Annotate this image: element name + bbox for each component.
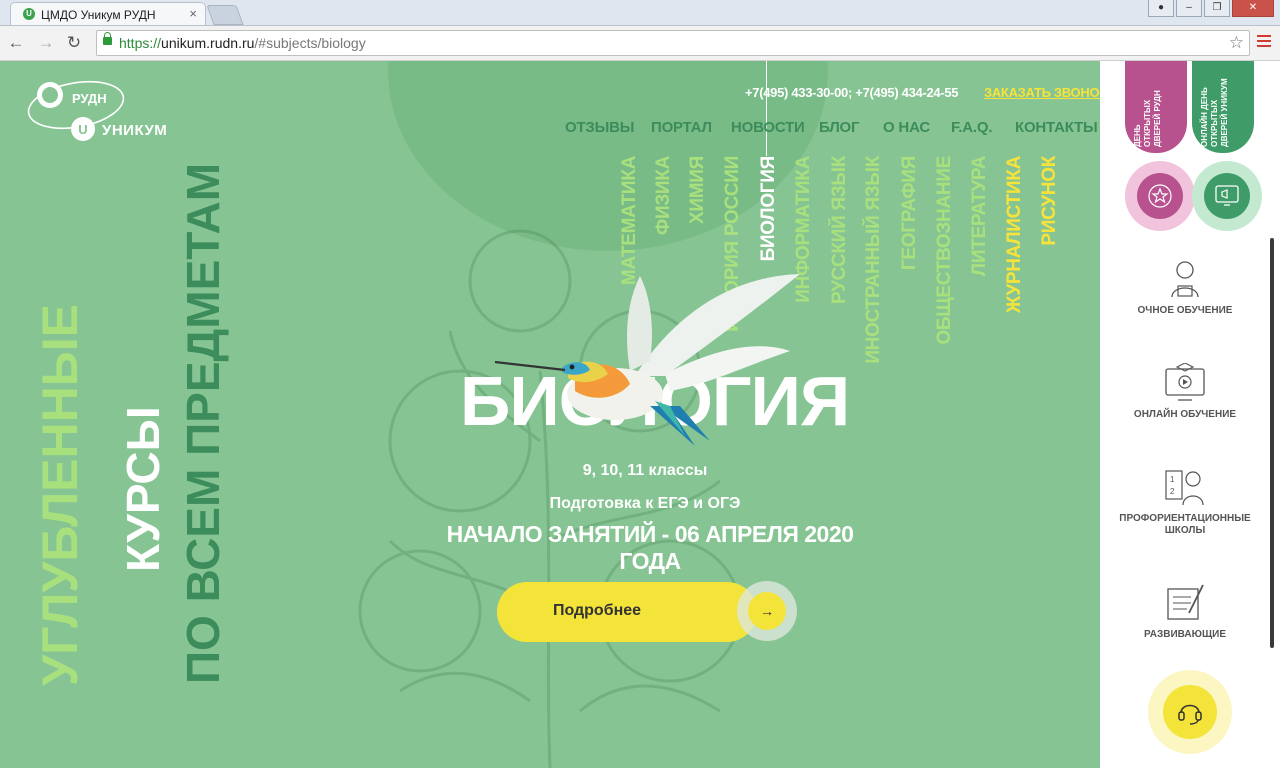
sidebar-item-offline-learning[interactable]: ОЧНОЕ ОБУЧЕНИЕ [1120, 259, 1250, 317]
favicon-icon: U [23, 8, 35, 20]
support-chat-button[interactable] [1163, 685, 1217, 739]
minimize-button[interactable]: – [1176, 0, 1202, 17]
more-details-button[interactable]: Подробнее [497, 582, 757, 642]
online-open-day-circle [1204, 173, 1250, 219]
open-day-circle [1137, 173, 1183, 219]
hero-vertical-advanced: УГЛУБЛЕННЫЕ [32, 303, 88, 686]
online-open-day-line: ДВЕРЕЙ УНИКУМ [1220, 78, 1229, 147]
forward-arrow-icon[interactable]: → [36, 33, 56, 53]
divider-line [766, 61, 767, 156]
hero-vertical-courses: КУРСЫ [117, 406, 169, 572]
sidebar-item-label: ОЧНОЕ ОБУЧЕНИЕ [1137, 305, 1233, 316]
right-sidebar: ДЕНЬ ОТКРЫТЫХ ДВЕРЕЙ РУДН ОНЛАЙН ДЕНЬ ОТ… [1100, 61, 1280, 768]
more-details-label: Подробнее [552, 602, 642, 619]
window-controls: ● – ❐ ✕ [1146, 0, 1274, 18]
subject-item[interactable]: ЛИТЕРАТУРА [968, 156, 992, 416]
star-badge-icon [1148, 184, 1172, 208]
tab-title: ЦМДО Уникум РУДН [41, 8, 156, 22]
sidebar-item-career-schools[interactable]: 1 2 ПРОФОРИЕНТАЦИОННЫЕ ШКОЛЫ [1115, 467, 1255, 537]
close-window-button[interactable]: ✕ [1232, 0, 1274, 17]
nav-faq[interactable]: F.A.Q. [951, 119, 993, 136]
svg-text:1: 1 [1170, 475, 1175, 484]
subject-label: РИСУНОК [1039, 156, 1060, 246]
scrollbar[interactable] [1270, 238, 1274, 648]
notebook-pen-icon [1167, 584, 1204, 620]
browser-toolbar: ← → ↻ https://unikum.rudn.ru/#subjects/b… [0, 26, 1280, 61]
online-open-day-badge[interactable] [1192, 161, 1262, 231]
open-day-rudn-badge[interactable] [1125, 161, 1195, 231]
lock-icon [103, 32, 112, 45]
logo-unikum-text: УНИКУМ [102, 122, 168, 139]
nav-reviews[interactable]: ОТЗЫВЫ [565, 119, 634, 136]
megaphone-screen-icon [1215, 185, 1239, 206]
back-arrow-icon[interactable]: ← [6, 33, 26, 53]
subject-item[interactable]: ГЕОГРАФИЯ [898, 156, 922, 416]
subject-label: ХИМИЯ [687, 156, 708, 224]
reload-icon[interactable]: ↻ [64, 33, 84, 53]
address-bar[interactable]: https://unikum.rudn.ru/#subjects/biology… [96, 30, 1250, 56]
subject-label: ФИЗИКА [653, 156, 674, 235]
grades-text: 9, 10, 11 классы [582, 462, 708, 479]
svg-text:2: 2 [1170, 487, 1175, 496]
logo-rudn-text: РУДН [72, 91, 107, 106]
subject-item[interactable]: ОБЩЕСТВОЗНАНИЕ [933, 156, 957, 416]
logo-emblem: U [27, 80, 125, 141]
svg-text:U: U [78, 122, 87, 137]
url-text[interactable]: https://unikum.rudn.ru/#subjects/biology [119, 35, 366, 51]
subject-item[interactable]: ЖУРНАЛИСТИКА [1003, 156, 1027, 416]
order-callback-link[interactable]: ЗАКАЗАТЬ ЗВОНОК [984, 85, 1100, 100]
sidebar-item-online-learning[interactable]: ОНЛАЙН ОБУЧЕНИЕ [1120, 363, 1250, 421]
url-host: unikum.rudn.ru [161, 35, 255, 51]
nav-news[interactable]: НОВОСТИ [731, 119, 805, 136]
hero-vertical-all-subjects: ПО ВСЕМ ПРЕДМЕТАМ [177, 162, 229, 684]
sidebar-item-label: ОНЛАЙН ОБУЧЕНИЕ [1133, 409, 1237, 420]
subject-label: РУССКИЙ ЯЗЫК [829, 156, 850, 305]
url-scheme: https:// [119, 35, 162, 51]
subject-label: ЛИТЕРАТУРА [969, 156, 990, 277]
teacher-board-icon: 1 2 [1165, 470, 1204, 506]
subject-label: ОБЩЕСТВОЗНАНИЕ [934, 156, 955, 345]
online-open-day-unikum-tab[interactable]: ОНЛАЙН ДЕНЬ ОТКРЫТЫХ ДВЕРЕЙ УНИКУМ [1192, 61, 1254, 153]
exam-prep-text: Подготовка к ЕГЭ и ОГЭ [549, 495, 741, 512]
sidebar-item-developing[interactable]: РАЗВИВАЮЩИЕ [1120, 583, 1250, 641]
open-day-line: ДВЕРЕЙ РУДН [1153, 90, 1162, 147]
open-day-line: ОТКРЫТЫХ [1143, 99, 1152, 147]
subject-label: БИОЛОГИЯ [758, 156, 779, 262]
open-day-text: ДЕНЬ ОТКРЫТЫХ ДВЕРЕЙ РУДН [1125, 61, 1187, 147]
online-open-day-line: ОТКРЫТЫХ [1210, 99, 1219, 147]
subject-item[interactable]: РИСУНОК [1038, 156, 1062, 416]
profile-icon[interactable]: ● [1148, 0, 1174, 17]
subject-label: ГЕОГРАФИЯ [899, 156, 920, 271]
browser-menu-icon[interactable] [1257, 35, 1271, 49]
nav-contacts[interactable]: КОНТАКТЫ [1015, 119, 1098, 136]
browser-titlebar: U ЦМДО Уникум РУДН × ● – ❐ ✕ [0, 0, 1280, 26]
rudn-unikum-logo[interactable]: U РУДН УНИКУМ [26, 75, 186, 155]
bookmark-star-icon[interactable]: ☆ [1229, 33, 1244, 53]
start-date-text: НАЧАЛО ЗАНЯТИЙ - 06 АПРЕЛЯ 2020 ГОДА [446, 521, 854, 574]
online-open-day-text: ОНЛАЙН ДЕНЬ ОТКРЫТЫХ ДВЕРЕЙ УНИКУМ [1192, 61, 1254, 147]
arrow-right-icon[interactable]: → [748, 592, 786, 630]
subject-item[interactable]: ИНОСТРАННЫЙ ЯЗЫК [862, 156, 886, 416]
tab-close-icon[interactable]: × [189, 6, 197, 21]
nav-about[interactable]: О НАС [883, 119, 930, 136]
restore-button[interactable]: ❐ [1204, 0, 1230, 17]
monitor-play-icon [1165, 363, 1205, 401]
open-day-rudn-tab[interactable]: ДЕНЬ ОТКРЫТЫХ ДВЕРЕЙ РУДН [1125, 61, 1187, 153]
phone-numbers[interactable]: +7(495) 433-30-00; +7(495) 434-24-55 [745, 85, 959, 100]
headset-icon [1178, 704, 1202, 725]
hero-section: U РУДН УНИКУМ +7(495) 433-30-00; +7(495)… [0, 61, 1100, 768]
nav-portal[interactable]: ПОРТАЛ [651, 119, 712, 136]
new-tab-button[interactable] [206, 5, 244, 25]
subject-label: ИНОСТРАННЫЙ ЯЗЫК [863, 156, 884, 364]
hummingbird-illustration [494, 274, 800, 446]
online-open-day-line: ОНЛАЙН ДЕНЬ [1200, 87, 1209, 147]
subject-label: ЖУРНАЛИСТИКА [1004, 156, 1025, 314]
nav-blog[interactable]: БЛОГ [819, 119, 860, 136]
url-path: /#subjects/biology [254, 35, 366, 51]
sidebar-item-label: РАЗВИВАЮЩИЕ [1144, 629, 1226, 640]
sidebar-item-label: ПРОФОРИЕНТАЦИОННЫЕ ШКОЛЫ [1119, 513, 1251, 536]
student-icon [1171, 261, 1199, 298]
browser-tab[interactable]: U ЦМДО Уникум РУДН × [10, 2, 206, 25]
open-day-line: ДЕНЬ [1133, 124, 1142, 147]
